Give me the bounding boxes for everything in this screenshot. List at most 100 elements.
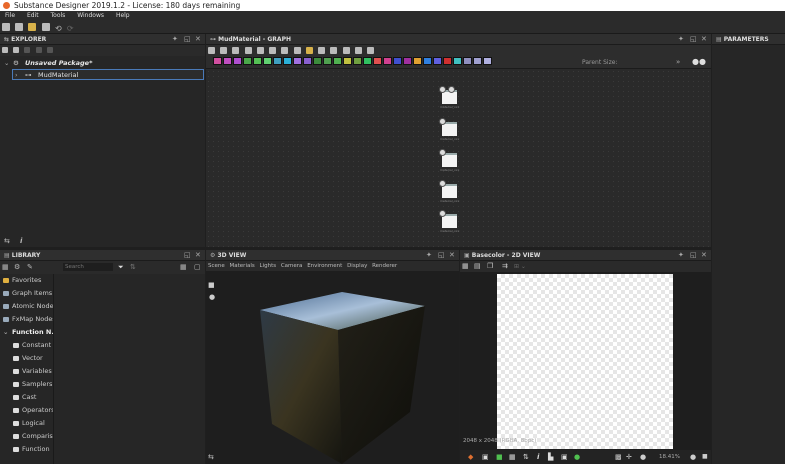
green-channel-icon[interactable]: ■ — [496, 453, 503, 461]
node-palette-button[interactable] — [253, 57, 262, 65]
lock-icon[interactable]: ■ — [702, 453, 708, 460]
node-palette-button[interactable] — [473, 57, 482, 65]
node-palette-button[interactable] — [443, 57, 452, 65]
new-graph-icon[interactable] — [15, 23, 24, 31]
menu-file[interactable]: File — [5, 12, 15, 19]
library-item-atomic-nodes[interactable]: Atomic Nodes — [0, 300, 53, 313]
split-icon[interactable] — [318, 47, 326, 54]
menu-edit[interactable]: Edit — [27, 12, 39, 19]
library-search-input[interactable] — [63, 263, 113, 271]
grid-toggle-icon[interactable]: ▦ — [509, 453, 516, 461]
3d-menu-environment[interactable]: Environment — [307, 263, 342, 269]
parent-size-dropdown[interactable] — [618, 58, 658, 66]
light-icon[interactable]: ● — [209, 293, 215, 301]
info-icon[interactable]: i — [20, 237, 22, 245]
pin-icon[interactable]: ✦ — [678, 34, 684, 45]
graph-node[interactable]: material_xxx — [439, 149, 459, 172]
library-item-function[interactable]: Function — [0, 443, 53, 456]
save-icon[interactable] — [41, 23, 50, 31]
move-icon[interactable] — [220, 47, 228, 54]
collapse-chevron-icon[interactable]: ⌄ — [4, 58, 9, 69]
toggle-icon[interactable]: ●● — [692, 57, 706, 66]
library-item-constant[interactable]: Constant — [0, 339, 53, 352]
menu-help[interactable]: Help — [116, 12, 130, 19]
node-palette-button[interactable] — [233, 57, 242, 65]
float-icon[interactable]: ◱ — [438, 250, 445, 261]
3d-menu-lights[interactable]: Lights — [260, 263, 277, 269]
graph-node[interactable]: material_xxx — [439, 180, 459, 203]
save-package-icon[interactable] — [2, 47, 8, 53]
3d-menu-camera[interactable]: Camera — [281, 263, 303, 269]
library-item-logical[interactable]: Logical — [0, 417, 53, 430]
publish-icon[interactable] — [24, 47, 31, 53]
library-item-cast[interactable]: Cast — [0, 391, 53, 404]
frame-icon[interactable] — [208, 47, 215, 54]
more-icon[interactable]: » — [676, 58, 680, 66]
node-palette-button[interactable] — [413, 57, 422, 65]
library-item-samplers[interactable]: Samplers — [0, 378, 53, 391]
menu-windows[interactable]: Windows — [77, 12, 104, 19]
pin-icon[interactable]: ✦ — [678, 250, 684, 261]
channels-icon[interactable]: ⇉ — [502, 262, 508, 270]
info-icon[interactable]: i — [537, 453, 539, 461]
node-palette-button[interactable] — [453, 57, 462, 65]
node-palette-button[interactable] — [273, 57, 282, 65]
3d-menu-materials[interactable]: Materials — [230, 263, 255, 269]
close-icon[interactable]: ✕ — [195, 250, 201, 261]
library-edit-icon[interactable]: ✎ — [27, 263, 33, 271]
filter-icon[interactable]: ⏷ — [118, 263, 124, 272]
snap-icon[interactable] — [342, 47, 350, 54]
node-palette-button[interactable] — [213, 57, 222, 65]
add-icon[interactable] — [46, 47, 53, 53]
node-palette-button[interactable] — [383, 57, 392, 65]
tag-icon[interactable] — [305, 47, 313, 54]
histogram-icon[interactable]: ▙ — [548, 453, 553, 461]
close-icon[interactable]: ✕ — [701, 34, 707, 45]
node-palette-button[interactable] — [333, 57, 342, 65]
align-icon[interactable] — [269, 47, 277, 54]
open-icon[interactable] — [28, 23, 37, 31]
zoom-dot-icon[interactable]: ● — [690, 453, 696, 461]
link-icon[interactable] — [35, 47, 42, 53]
node-palette-button[interactable] — [423, 57, 432, 65]
library-item-function-nodes[interactable]: ⌄Function N... — [0, 326, 53, 339]
close-icon[interactable]: ✕ — [449, 250, 455, 261]
color-picker-icon[interactable]: ● — [574, 453, 580, 461]
node-palette-button[interactable] — [313, 57, 322, 65]
library-item-fxmap-nodes[interactable]: FxMap Nodes — [0, 313, 53, 326]
snapshot-icon[interactable]: ▣ — [561, 453, 568, 461]
3d-menu-scene[interactable]: Scene — [208, 263, 225, 269]
close-icon[interactable]: ✕ — [195, 34, 201, 45]
pan-icon[interactable]: ✛ — [626, 453, 632, 461]
node-palette-button[interactable] — [293, 57, 302, 65]
save-image-icon[interactable]: ▤ — [474, 262, 481, 270]
float-icon[interactable]: ◱ — [690, 34, 697, 45]
menu-tools[interactable]: Tools — [51, 12, 66, 19]
grid-view-icon[interactable]: ▦ — [180, 263, 187, 271]
graph-node[interactable]: material_xxx — [439, 210, 459, 233]
graph-panel[interactable]: ⊶ MudMaterial - GRAPH ✦ ◱ ✕ Parent Size:… — [206, 34, 711, 247]
zoom-icon[interactable] — [256, 47, 264, 54]
display-dropdown[interactable]: ⊞ ⌄ — [514, 263, 526, 270]
comment-icon[interactable] — [293, 47, 301, 54]
library-item-graph-items[interactable]: Graph Items — [0, 287, 53, 300]
close-icon[interactable]: ✕ — [701, 250, 707, 261]
list-view-icon[interactable]: ▢ — [194, 263, 201, 271]
zoom-slider[interactable]: ● — [640, 453, 646, 461]
settings-icon[interactable] — [330, 47, 338, 54]
node-palette-button[interactable] — [243, 57, 252, 65]
node-palette-button[interactable] — [223, 57, 232, 65]
float-icon[interactable]: ◱ — [184, 250, 191, 261]
video-icon[interactable]: ■ — [208, 281, 215, 289]
3d-menu-renderer[interactable]: Renderer — [372, 263, 397, 269]
copy-icon[interactable]: ❐ — [487, 262, 493, 270]
node-palette-button[interactable] — [283, 57, 292, 65]
graph-node[interactable]: material_xxx — [439, 118, 459, 141]
node-palette-button[interactable] — [403, 57, 412, 65]
node-palette-button[interactable] — [393, 57, 402, 65]
expand-chevron-icon[interactable]: › — [15, 70, 18, 81]
library-item-vector[interactable]: Vector — [0, 352, 53, 365]
connect-icon[interactable] — [281, 47, 289, 54]
grid-icon[interactable] — [367, 47, 375, 54]
node-palette-button[interactable] — [343, 57, 352, 65]
